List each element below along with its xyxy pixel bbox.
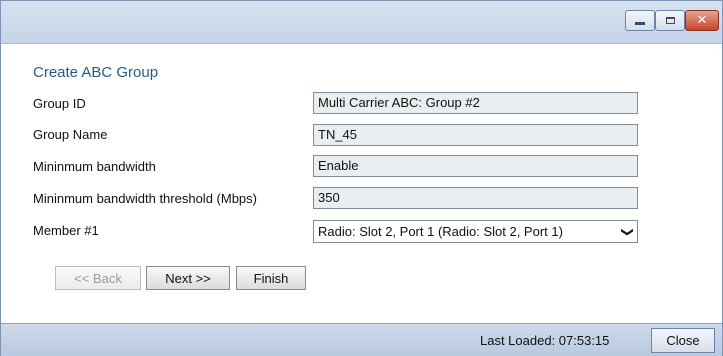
window-close-button[interactable]: ✕ [685, 10, 719, 31]
min-bandwidth-field[interactable]: Enable [313, 155, 638, 177]
min-bandwidth-threshold-field[interactable]: 350 [313, 187, 638, 209]
finish-button[interactable]: Finish [236, 266, 306, 290]
back-button[interactable]: << Back [55, 266, 141, 290]
group-id-field[interactable]: Multi Carrier ABC: Group #2 [313, 92, 638, 114]
maximize-button[interactable] [655, 10, 685, 31]
status-footer: Last Loaded: 07:53:15 Close [1, 323, 722, 356]
min-bandwidth-label: Mininmum bandwidth [33, 159, 156, 174]
last-loaded-text: Last Loaded: 07:53:15 [480, 333, 610, 348]
chevron-down-icon: ❯ [620, 226, 635, 237]
minimize-icon [635, 22, 645, 25]
minimize-button[interactable] [625, 10, 655, 31]
close-icon: ✕ [696, 13, 708, 28]
group-id-label: Group ID [33, 96, 86, 111]
group-name-label: Group Name [33, 127, 108, 142]
member-label: Member #1 [33, 223, 99, 238]
member-select-value: Radio: Slot 2, Port 1 (Radio: Slot 2, Po… [318, 224, 563, 239]
next-button[interactable]: Next >> [146, 266, 230, 290]
group-name-field[interactable]: TN_45 [313, 124, 638, 146]
dialog-window: ✕ Create ABC Group Group ID Multi Carrie… [0, 0, 723, 356]
title-bar: ✕ [1, 1, 722, 44]
min-bandwidth-threshold-label: Mininmum bandwidth threshold (Mbps) [33, 191, 257, 206]
member-select[interactable]: Radio: Slot 2, Port 1 (Radio: Slot 2, Po… [313, 220, 638, 243]
form-title: Create ABC Group [33, 64, 159, 81]
maximize-icon [665, 17, 675, 24]
close-button[interactable]: Close [651, 328, 715, 353]
